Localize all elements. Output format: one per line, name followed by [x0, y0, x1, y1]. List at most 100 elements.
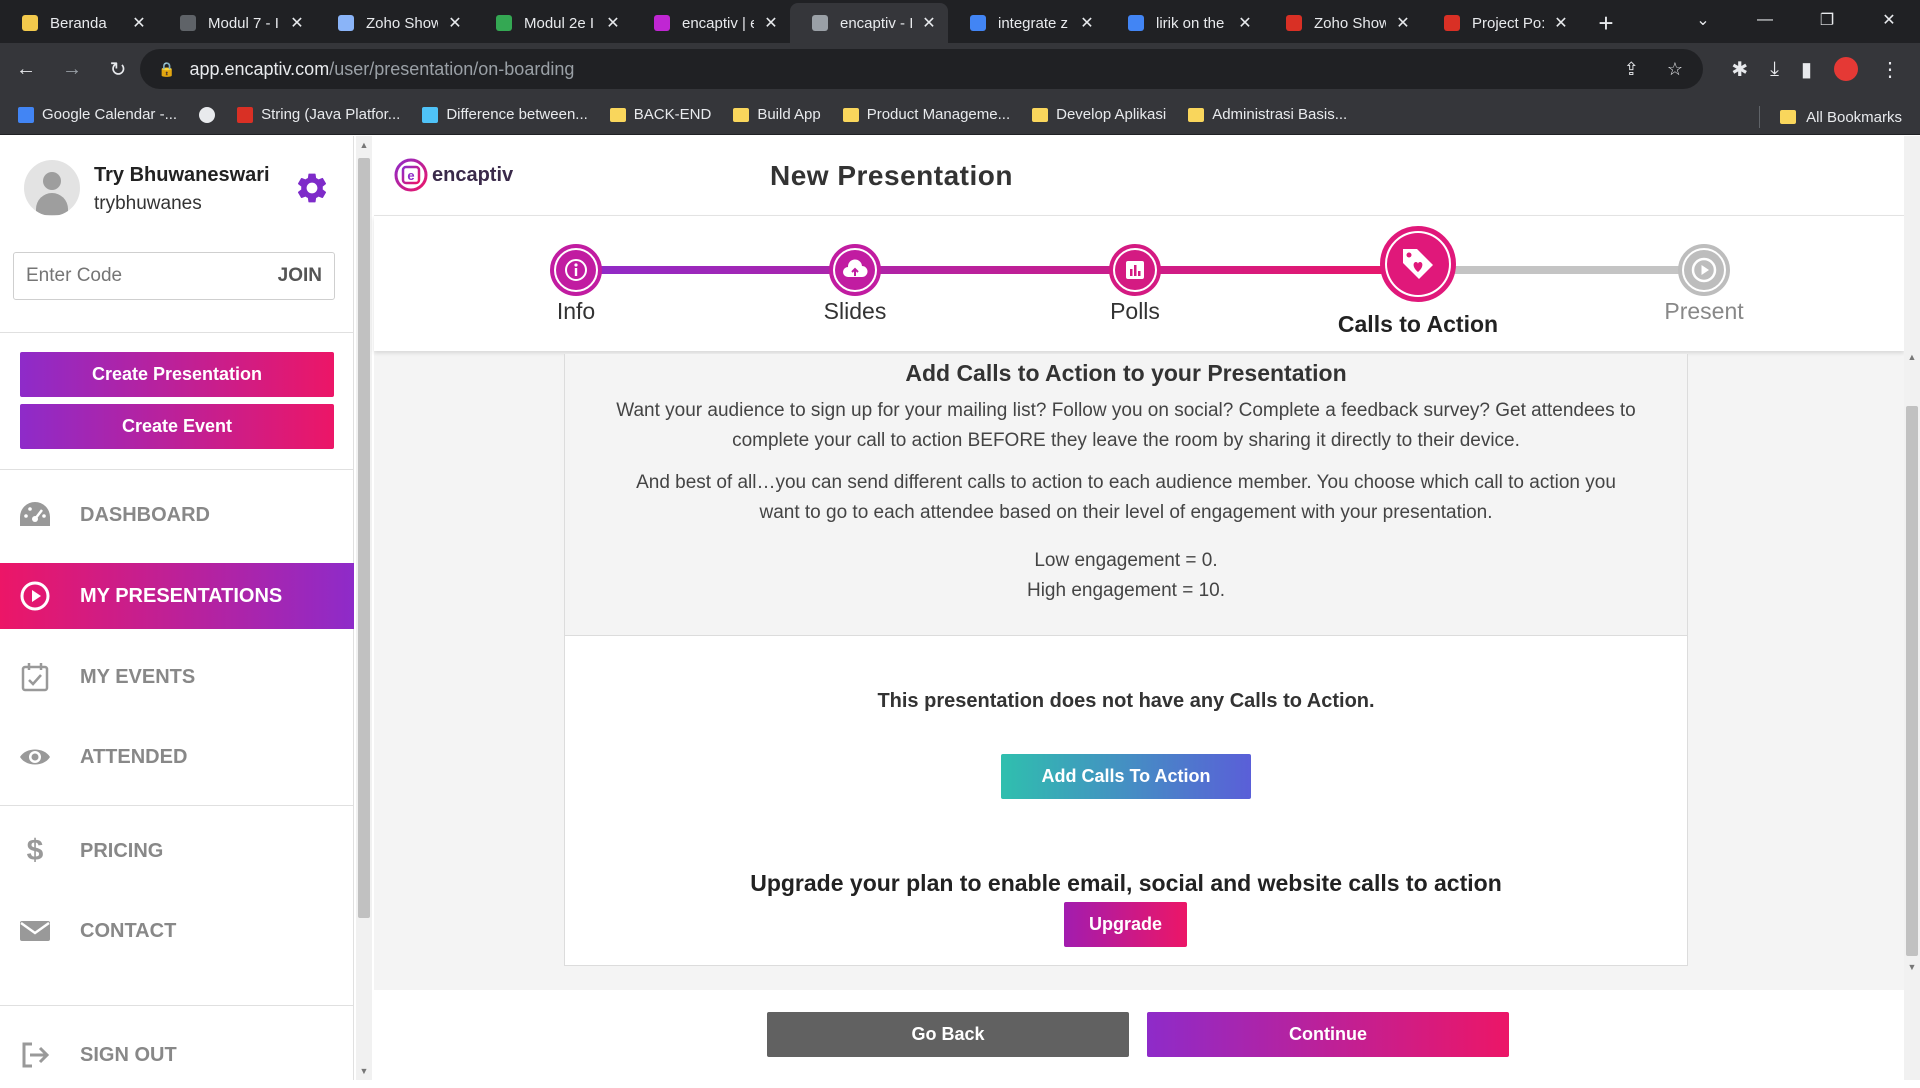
new-tab-button[interactable]: +: [1586, 3, 1626, 43]
sidebar: Try Bhuwaneswari trybhuwanes JOIN Create…: [0, 136, 354, 1080]
tab-close-icon[interactable]: ✕: [604, 13, 622, 33]
back-arrow-icon[interactable]: ←: [6, 49, 46, 89]
minimize-button[interactable]: —: [1734, 11, 1796, 29]
gear-icon[interactable]: [294, 170, 330, 206]
browser-tab[interactable]: encaptiv | e ✕: [632, 3, 790, 43]
go-back-button[interactable]: Go Back: [767, 1012, 1129, 1057]
tab-close-icon[interactable]: ✕: [920, 13, 938, 33]
forward-arrow-icon[interactable]: →: [52, 49, 92, 89]
bookmark-star-icon[interactable]: ☆: [1667, 59, 1683, 80]
join-button[interactable]: JOIN: [278, 265, 322, 287]
extensions-icon[interactable]: ✱: [1731, 57, 1748, 82]
bookmark-item[interactable]: [199, 106, 216, 123]
step-calls-to-action[interactable]: [1380, 226, 1456, 302]
bookmark-item[interactable]: Build App: [733, 106, 821, 123]
page-title: New Presentation: [770, 160, 1013, 191]
nav-my-events[interactable]: MY EVENTS: [0, 644, 354, 710]
window-controls: ⌄ — ❐ ✕: [1672, 0, 1920, 40]
bookmark-label: BACK-END: [633, 106, 712, 123]
lock-icon[interactable]: 🔒: [158, 61, 175, 78]
tab-search-icon[interactable]: ⌄: [1672, 10, 1734, 30]
continue-button[interactable]: Continue: [1147, 1012, 1509, 1057]
step-slides[interactable]: [829, 244, 881, 296]
nav-contact[interactable]: CONTACT: [0, 898, 354, 964]
bookmark-item[interactable]: Develop Aplikasi: [1032, 106, 1166, 123]
empty-state-message: This presentation does not have any Call…: [877, 690, 1375, 712]
tab-close-icon[interactable]: ✕: [762, 13, 780, 33]
folder-icon: [842, 107, 859, 122]
nav-dashboard[interactable]: DASHBOARD: [0, 482, 354, 548]
tab-close-icon[interactable]: ✕: [130, 13, 148, 33]
share-icon[interactable]: ⇪: [1624, 59, 1639, 80]
bookmark-item[interactable]: Product Manageme...: [842, 106, 1011, 123]
browser-tab[interactable]: Zoho Show ✕: [1264, 3, 1422, 43]
nav-sign-out[interactable]: SIGN OUT: [0, 1022, 354, 1088]
nav-my-events-label: MY EVENTS: [80, 665, 196, 688]
nav-my-presentations-label: MY PRESENTATIONS: [80, 584, 283, 607]
main-scrollbar[interactable]: ▲ ▼: [1904, 136, 1920, 1080]
bookmark-label: Difference between...: [446, 106, 588, 123]
bookmark-item[interactable]: Administrasi Basis...: [1188, 106, 1347, 123]
tab-close-icon[interactable]: ✕: [1236, 13, 1254, 33]
bookmark-label: Develop Aplikasi: [1056, 106, 1167, 123]
step-info[interactable]: [550, 244, 602, 296]
url-host: app.encaptiv.com: [189, 58, 330, 79]
encaptiv-logo[interactable]: e encaptiv: [394, 158, 513, 192]
upgrade-button[interactable]: Upgrade: [1064, 902, 1187, 947]
tab-favicon-icon: [1286, 15, 1302, 31]
tab-close-icon[interactable]: ✕: [1394, 13, 1412, 33]
step-present[interactable]: [1678, 244, 1730, 296]
create-presentation-button[interactable]: Create Presentation: [20, 352, 334, 397]
scroll-down-icon[interactable]: ▼: [1904, 962, 1920, 972]
price-tag-heart-icon: [1387, 233, 1449, 295]
profile-avatar[interactable]: [1834, 57, 1858, 81]
nav-my-presentations[interactable]: MY PRESENTATIONS: [0, 563, 354, 629]
browser-tab[interactable]: Modul 2e I ✕: [474, 3, 632, 43]
browser-tab[interactable]: Project Po: ✕: [1422, 3, 1580, 43]
tab-close-icon[interactable]: ✕: [1552, 13, 1570, 33]
nav-attended[interactable]: ATTENDED: [0, 724, 354, 790]
browser-tab[interactable]: encaptiv - I ✕: [790, 3, 948, 43]
nav-pricing[interactable]: $ PRICING: [0, 818, 354, 884]
browser-tab[interactable]: Beranda ✕: [0, 3, 158, 43]
bookmark-label: Product Manageme...: [866, 106, 1011, 123]
bookmark-item[interactable]: BACK-END: [609, 106, 712, 123]
sidebar-scroll-thumb[interactable]: [358, 158, 370, 918]
intro-paragraph-2: And best of all…you can send different c…: [636, 472, 1616, 523]
browser-tab[interactable]: Modul 7 - I ✕: [158, 3, 316, 43]
bookmark-divider: [1759, 106, 1761, 128]
scroll-down-icon[interactable]: ▼: [356, 1066, 372, 1076]
bookmark-item[interactable]: Google Calendar -...: [18, 106, 177, 123]
browser-tab[interactable]: lirik on the ✕: [1106, 3, 1264, 43]
bookmark-item[interactable]: String (Java Platfor...: [237, 106, 400, 123]
restore-button[interactable]: ❐: [1796, 10, 1858, 30]
download-icon[interactable]: ⤓: [1770, 58, 1779, 81]
reload-icon[interactable]: ↻: [98, 49, 138, 89]
code-input[interactable]: [26, 265, 278, 287]
tab-close-icon[interactable]: ✕: [1078, 13, 1096, 33]
bar-chart-icon: [1115, 250, 1155, 290]
scroll-up-icon[interactable]: ▲: [1904, 352, 1920, 362]
scroll-up-icon[interactable]: ▲: [356, 140, 372, 150]
browser-tab[interactable]: integrate z ✕: [948, 3, 1106, 43]
side-panel-icon[interactable]: ▮: [1801, 57, 1812, 82]
user-handle: trybhuwanes: [94, 193, 202, 214]
folder-icon: [1780, 110, 1797, 124]
browser-tab[interactable]: Zoho Show ✕: [316, 3, 474, 43]
close-window-button[interactable]: ✕: [1858, 10, 1920, 30]
step-calls-to-action-label: Calls to Action: [1337, 311, 1499, 337]
bookmark-item[interactable]: Difference between...: [422, 106, 588, 123]
tab-close-icon[interactable]: ✕: [288, 13, 306, 33]
step-polls[interactable]: [1109, 244, 1161, 296]
add-calls-to-action-button[interactable]: Add Calls To Action: [1001, 754, 1251, 799]
address-bar[interactable]: 🔒 app.encaptiv.com/user/presentation/on-…: [140, 49, 1703, 89]
tab-close-icon[interactable]: ✕: [446, 13, 464, 33]
toolbar-right-icons: ✱ ⤓ ▮ ⋮: [1731, 49, 1900, 89]
all-bookmarks[interactable]: All Bookmarks: [1759, 106, 1902, 128]
dollar-icon: $: [26, 834, 44, 867]
create-event-button[interactable]: Create Event: [20, 404, 334, 449]
menu-icon[interactable]: ⋮: [1880, 57, 1900, 82]
main-scroll-thumb[interactable]: [1906, 406, 1918, 956]
sidebar-scrollbar[interactable]: ▲ ▼: [356, 136, 372, 1080]
tab-title: Modul 2e I: [524, 14, 595, 32]
